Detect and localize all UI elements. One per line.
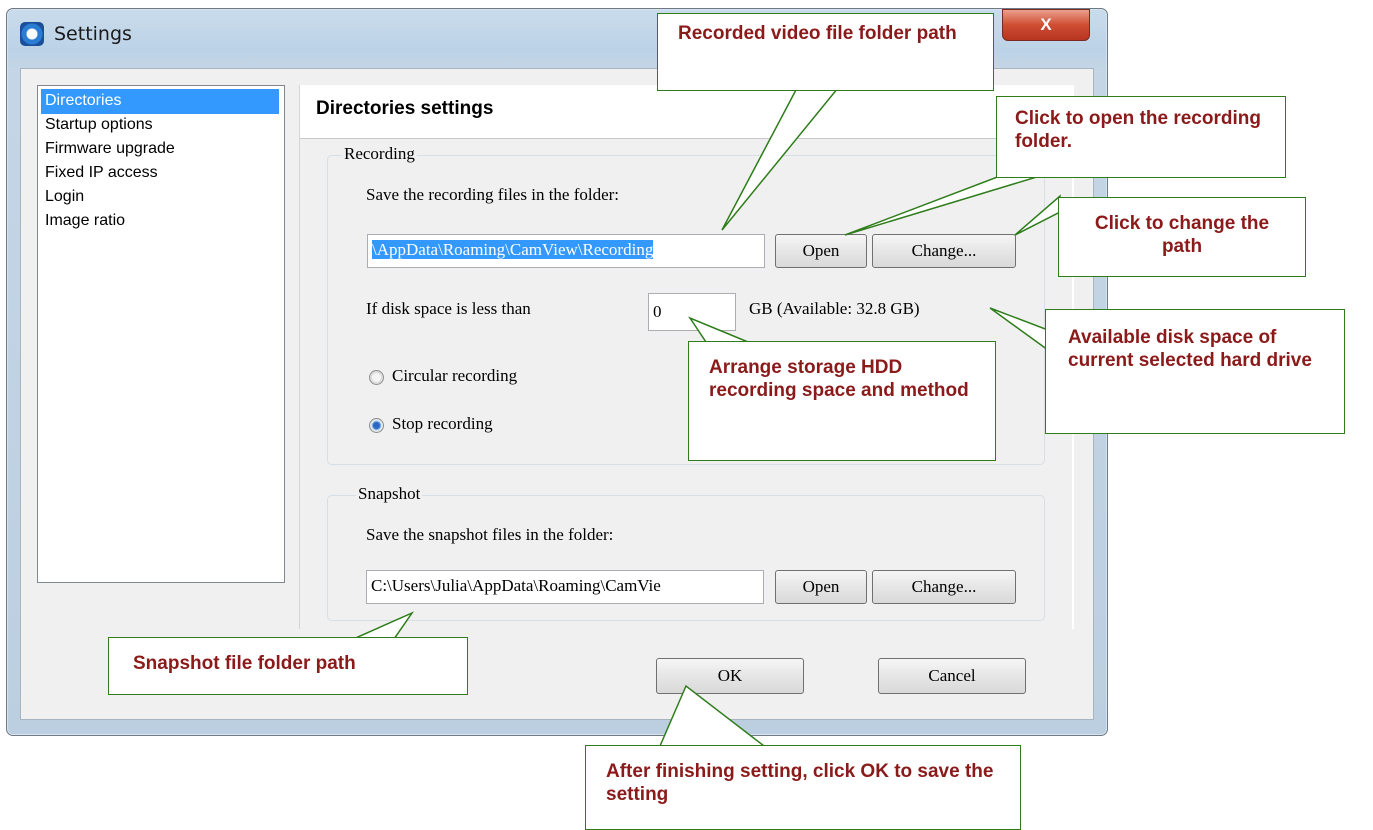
callout-snapshot-path: Snapshot file folder path (108, 637, 468, 695)
callout-open-folder: Click to open the recording folder. (996, 96, 1286, 178)
leader-change-path (1014, 194, 1061, 236)
leader-open-folder (844, 175, 1041, 236)
leader-ok (658, 684, 767, 747)
callout-change-path: Click to change the path (1058, 197, 1306, 277)
callout-ok-note: After finishing setting, click OK to sav… (585, 745, 1021, 830)
leader-available-space (989, 307, 1049, 352)
callout-arrange-storage: Arrange storage HDD recording space and … (688, 341, 996, 461)
leader-arrange-storage (688, 316, 749, 343)
callout-available-space: Available disk space of current selected… (1045, 309, 1345, 434)
callout-recorded-path: Recorded video file folder path (657, 13, 994, 91)
leader-recorded-path (721, 87, 840, 231)
